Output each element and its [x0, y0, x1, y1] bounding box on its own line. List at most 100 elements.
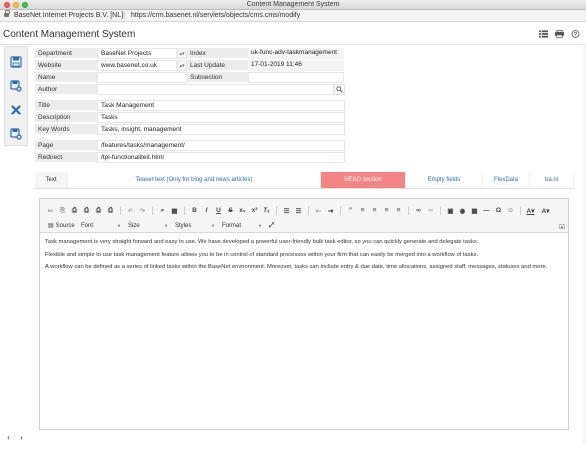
tab-ba-nl[interactable]: ba.nl — [530, 172, 574, 188]
toolbar-separator — [152, 206, 153, 215]
link-icon[interactable]: ∞ — [414, 206, 423, 215]
font-select[interactable]: Font ▼ — [79, 221, 123, 230]
background-color-icon[interactable]: A▾ — [541, 206, 550, 215]
tab-teaser-text[interactable]: Teaser text (Only for blog and news arti… — [68, 172, 321, 188]
description-input[interactable]: Tasks — [97, 112, 345, 123]
redo-icon[interactable]: ↷ — [138, 206, 147, 215]
maximize-icon[interactable]: ⤢ — [267, 221, 276, 230]
subscript-icon[interactable]: x₂ — [238, 206, 247, 215]
unlink-icon[interactable]: ∞ — [426, 206, 435, 215]
tab-empty-fields[interactable]: Empty fields — [406, 172, 483, 188]
toolbar-separator — [184, 206, 185, 215]
blockquote-icon[interactable]: ” — [346, 206, 355, 215]
toolbar-separator — [120, 206, 121, 215]
save-and-add-icon[interactable] — [10, 80, 22, 92]
underline-icon[interactable]: U — [214, 206, 223, 215]
strikethrough-icon[interactable]: S — [226, 206, 235, 215]
paste-word-icon[interactable]: ⎙ — [94, 206, 103, 215]
svg-text:?: ? — [574, 32, 578, 38]
toolbar-separator — [276, 206, 277, 215]
find-icon[interactable]: ⌕ — [158, 206, 167, 215]
author-input[interactable] — [97, 84, 334, 95]
url-bar[interactable]: BaseNet Internet Projects B.V. [NL] | ht… — [0, 10, 586, 22]
remove-format-icon[interactable]: Tₓ — [262, 206, 271, 215]
website-dropdown-icon[interactable]: ▴▾ — [177, 60, 187, 71]
justify-icon[interactable]: ≡ — [394, 206, 403, 215]
toolbar-separator — [408, 206, 409, 215]
decrease-indent-icon[interactable]: ⇤ — [314, 206, 323, 215]
content-paragraph: A workflow can be defined as a series of… — [45, 264, 548, 270]
size-chevron-down-icon: ▼ — [164, 223, 168, 228]
editor-content[interactable]: Task management is very straight forward… — [40, 233, 568, 283]
subsection-input[interactable] — [248, 72, 344, 83]
bold-icon[interactable]: B — [190, 206, 199, 215]
collapse-toolbar-icon[interactable]: ▲ — [559, 224, 565, 229]
name-label: Name — [35, 72, 97, 83]
subsection-label: Subsection — [187, 72, 248, 83]
toolbar-separator — [440, 206, 441, 215]
department-label: Department — [35, 48, 97, 59]
help-icon[interactable]: ? — [571, 30, 580, 38]
copy-icon[interactable]: ⎘ — [58, 206, 67, 215]
flash-icon[interactable]: ◉ — [458, 206, 467, 215]
save-and-close-icon[interactable] — [10, 128, 22, 140]
department-select[interactable]: BaseNet Projects — [97, 48, 177, 59]
cut-icon[interactable]: ✂ — [46, 206, 55, 215]
source-icon: ▤ — [48, 223, 54, 229]
increase-indent-icon[interactable]: ⇥ — [326, 206, 335, 215]
tab-flexdata[interactable]: FlexData — [483, 172, 530, 188]
editor-toolbar: ✂ ⎘ ⎙ ⎙ ⎙ ⎙ ↶ ↷ ⌕ ▦ B I U S x₂ x² Tₓ ☰ ☰… — [40, 199, 568, 233]
align-right-icon[interactable]: ≡ — [382, 206, 391, 215]
paste-text-icon[interactable]: ⎙ — [82, 206, 91, 215]
select-all-icon[interactable]: ▦ — [170, 206, 179, 215]
bulleted-list-icon[interactable]: ☰ — [294, 206, 303, 215]
website-select[interactable]: www.basenet.co.uk — [97, 60, 177, 71]
description-label: Description — [35, 112, 97, 123]
print-icon[interactable] — [555, 30, 564, 38]
lock-icon — [4, 10, 10, 17]
paste-icon[interactable]: ⎙ — [70, 206, 79, 215]
horizontal-line-icon[interactable]: ― — [482, 206, 491, 215]
name-input[interactable] — [97, 72, 187, 83]
format-select[interactable]: Format ▼ — [220, 221, 264, 230]
tab-text[interactable]: Text — [35, 172, 68, 188]
smiley-icon[interactable]: ☺ — [506, 206, 515, 215]
keywords-input[interactable]: Tasks, insight, management — [97, 124, 345, 135]
italic-icon[interactable]: I — [202, 206, 211, 215]
tab-head-section[interactable]: HEAD section — [321, 172, 406, 188]
size-select[interactable]: Size ▼ — [126, 221, 170, 230]
redirect-input[interactable]: /tpl-functionaliteit.html — [97, 152, 345, 163]
source-button[interactable]: ▤ Source — [46, 221, 76, 230]
align-center-icon[interactable]: ≡ — [370, 206, 379, 215]
record-navigation: ‹ › — [4, 433, 26, 442]
paste-special-icon[interactable]: ⎙ — [106, 206, 115, 215]
special-char-icon[interactable]: Ω — [494, 206, 503, 215]
image-icon[interactable]: ▣ — [446, 206, 455, 215]
app-header: Content Management System ? — [0, 22, 586, 45]
save-icon[interactable] — [10, 56, 22, 68]
text-color-icon[interactable]: A▾ — [526, 206, 535, 215]
superscript-icon[interactable]: x² — [250, 206, 259, 215]
url-text[interactable]: https://crm.basenet.nl/servlets/objects/… — [131, 12, 300, 19]
size-label: Size — [128, 222, 140, 229]
table-icon[interactable]: ▦ — [470, 206, 479, 215]
next-record-icon[interactable]: › — [17, 433, 26, 442]
close-icon[interactable] — [10, 104, 22, 116]
align-left-icon[interactable]: ≡ — [358, 206, 367, 215]
page-input[interactable]: /features/tasks/management/ — [97, 140, 345, 151]
format-chevron-down-icon: ▼ — [258, 223, 262, 228]
styles-label: Styles — [175, 222, 192, 229]
list-icon[interactable] — [539, 30, 548, 38]
previous-record-icon[interactable]: ‹ — [4, 433, 13, 442]
numbered-list-icon[interactable]: ☰ — [282, 206, 291, 215]
title-label: Title — [35, 100, 97, 111]
index-value: uk-func-adv-taskmanagement — [248, 48, 344, 59]
undo-icon[interactable]: ↶ — [126, 206, 135, 215]
author-search-icon[interactable] — [334, 84, 345, 95]
url-separator: | — [123, 12, 125, 19]
styles-select[interactable]: Styles ▼ — [173, 221, 217, 230]
department-dropdown-icon[interactable]: ▴▾ — [177, 48, 187, 59]
window-title: Content Management System — [246, 1, 340, 8]
title-input[interactable]: Task Management — [97, 100, 345, 111]
rich-text-editor[interactable]: ✂ ⎘ ⎙ ⎙ ⎙ ⎙ ↶ ↷ ⌕ ▦ B I U S x₂ x² Tₓ ☰ ☰… — [39, 198, 569, 430]
